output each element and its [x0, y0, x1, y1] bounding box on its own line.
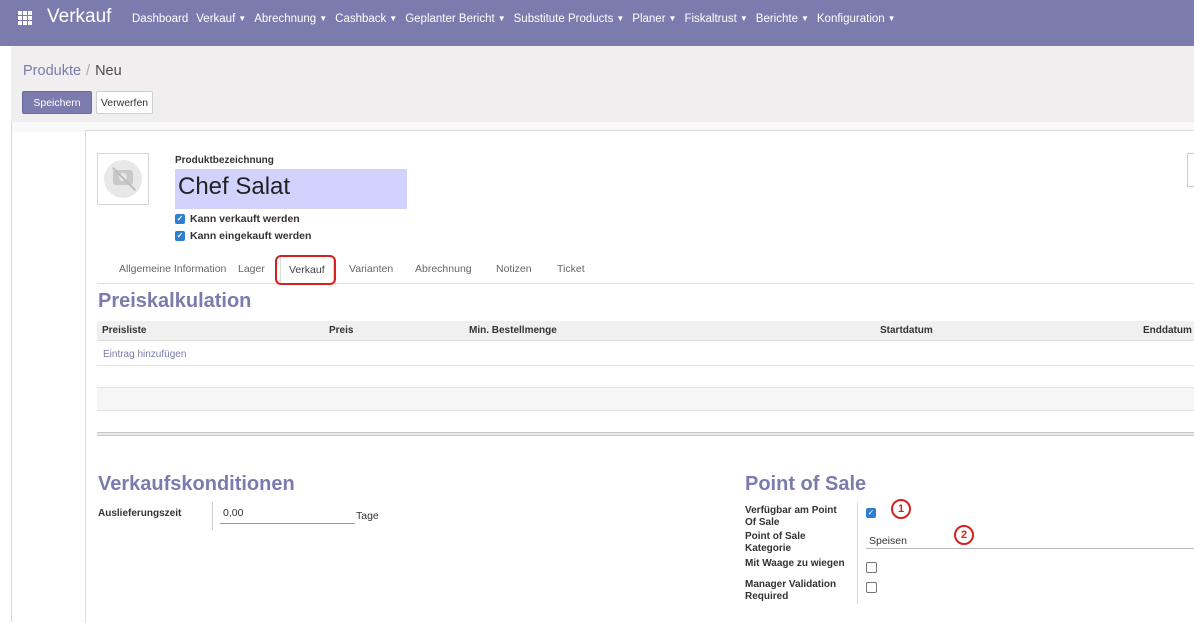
lead-time-unit: Tage	[356, 510, 379, 522]
tab-allgemeine-information[interactable]: Allgemeine Information	[119, 263, 226, 275]
pricing-table-header: Preisliste Preis Min. Bestellmenge Start…	[97, 321, 1194, 341]
manager-validation-checkbox[interactable]	[866, 582, 877, 593]
control-panel: Produkte / Neu Speichern Verwerfen	[11, 46, 1194, 123]
product-name-input[interactable]: Chef Salat	[175, 169, 407, 209]
tab-varianten[interactable]: Varianten	[349, 263, 393, 275]
field-separator	[212, 502, 213, 530]
can-be-purchased-label: Kann eingekauft werden	[190, 230, 312, 242]
apps-grid-icon[interactable]	[18, 11, 32, 25]
can-be-sold-checkbox[interactable]: ✓	[175, 214, 185, 224]
pos-field-separator	[857, 502, 858, 604]
manager-validation-label-line1: Manager Validation	[745, 579, 837, 590]
breadcrumb-current: Neu	[95, 63, 122, 79]
menu-berichte[interactable]: Berichte ▼	[756, 13, 809, 25]
sales-conditions-title: Verkaufskonditionen	[98, 473, 295, 495]
caret-down-icon: ▼	[887, 14, 896, 23]
menu-fiskaltrust[interactable]: Fiskaltrust ▼	[684, 13, 747, 25]
pos-category-label: Point of Sale Kategorie	[745, 531, 806, 555]
tab-lager[interactable]: Lager	[238, 263, 265, 275]
pos-available-label: Verfügbar am Point Of Sale	[745, 505, 837, 529]
pricing-title: Preiskalkulation	[98, 290, 252, 312]
menu-konfiguration[interactable]: Konfiguration ▼	[817, 13, 896, 25]
caret-down-icon: ▼	[668, 14, 677, 23]
menu-verkauf[interactable]: Verkauf ▼	[196, 13, 246, 25]
tab-abrechnung[interactable]: Abrechnung	[415, 263, 472, 275]
menu-geplanter-bericht[interactable]: Geplanter Bericht ▼	[405, 13, 505, 25]
save-button[interactable]: Speichern	[22, 91, 92, 114]
pos-available-label-line2: Of Sale	[745, 517, 780, 528]
discard-button[interactable]: Verwerfen	[96, 91, 153, 114]
table-row-divider	[97, 410, 1194, 411]
column-startdatum[interactable]: Startdatum	[880, 325, 933, 336]
pos-category-label-line1: Point of Sale	[745, 531, 806, 542]
app-name[interactable]: Verkauf	[47, 6, 111, 28]
caret-down-icon: ▼	[800, 14, 809, 23]
breadcrumb-separator: /	[86, 63, 91, 79]
annotation-badge-2: 2	[954, 525, 974, 545]
pos-category-select[interactable]: Speisen	[866, 534, 1194, 549]
lead-time-label: Auslieferungszeit	[98, 508, 182, 519]
scale-label: Mit Waage zu wiegen	[745, 558, 845, 569]
column-enddatum[interactable]: Enddatum	[1143, 325, 1192, 336]
menu-dashboard[interactable]: Dashboard	[132, 13, 188, 25]
content-left-border	[11, 122, 12, 622]
menu-substitute-products[interactable]: Substitute Products ▼	[514, 13, 625, 25]
breadcrumb: Produkte / Neu	[23, 63, 122, 79]
caret-down-icon: ▼	[739, 14, 748, 23]
menu-cashback[interactable]: Cashback ▼	[335, 13, 397, 25]
menu-abrechnung[interactable]: Abrechnung ▼	[254, 13, 327, 25]
lead-time-input[interactable]: 0,00	[220, 507, 355, 524]
pos-available-checkbox[interactable]: ✓	[866, 508, 876, 518]
pos-title: Point of Sale	[745, 473, 867, 495]
can-be-purchased-checkbox[interactable]: ✓	[175, 231, 185, 241]
tab-notizen[interactable]: Notizen	[496, 263, 532, 275]
form-tabs: Allgemeine Information Lager Verkauf Var…	[97, 256, 1194, 284]
top-navbar: Verkauf Dashboard Verkauf ▼ Abrechnung ▼ C…	[0, 0, 1194, 46]
column-min-bestellmenge[interactable]: Min. Bestellmenge	[469, 325, 557, 336]
caret-down-icon: ▼	[497, 14, 506, 23]
main-menu: Dashboard Verkauf ▼ Abrechnung ▼ Cashback ▼…	[132, 13, 896, 25]
can-be-sold-label: Kann verkauft werden	[190, 213, 300, 225]
can-be-purchased-row: ✓ Kann eingekauft werden	[175, 230, 311, 242]
add-pricelist-line-link[interactable]: Eintrag hinzufügen	[103, 349, 186, 360]
pos-available-label-line1: Verfügbar am Point	[745, 505, 837, 516]
caret-down-icon: ▼	[616, 14, 625, 23]
pos-category-label-line2: Kategorie	[745, 543, 792, 554]
scale-checkbox[interactable]	[866, 562, 877, 573]
annotation-badge-1: 1	[891, 499, 911, 519]
column-preis[interactable]: Preis	[329, 325, 353, 336]
breadcrumb-products-link[interactable]: Produkte	[23, 63, 81, 79]
caret-down-icon: ▼	[389, 14, 398, 23]
caret-down-icon: ▼	[238, 14, 247, 23]
product-name-label: Produktbezeichnung	[175, 155, 274, 166]
menu-planer[interactable]: Planer ▼	[632, 13, 676, 25]
table-row-empty	[97, 388, 1194, 410]
manager-validation-label-line2: Required	[745, 591, 789, 602]
tab-ticket[interactable]: Ticket	[557, 263, 585, 275]
product-image-placeholder[interactable]	[97, 153, 149, 205]
table-footer-line	[97, 432, 1194, 436]
verkauf-tab-highlight	[275, 255, 336, 285]
caret-down-icon: ▼	[319, 14, 328, 23]
can-be-sold-row: ✓ Kann verkauft werden	[175, 213, 300, 225]
manager-validation-label: Manager Validation Required	[745, 579, 836, 603]
column-preisliste[interactable]: Preisliste	[102, 325, 146, 336]
smart-button-fragment[interactable]	[1187, 153, 1194, 187]
table-row-divider	[97, 365, 1194, 366]
